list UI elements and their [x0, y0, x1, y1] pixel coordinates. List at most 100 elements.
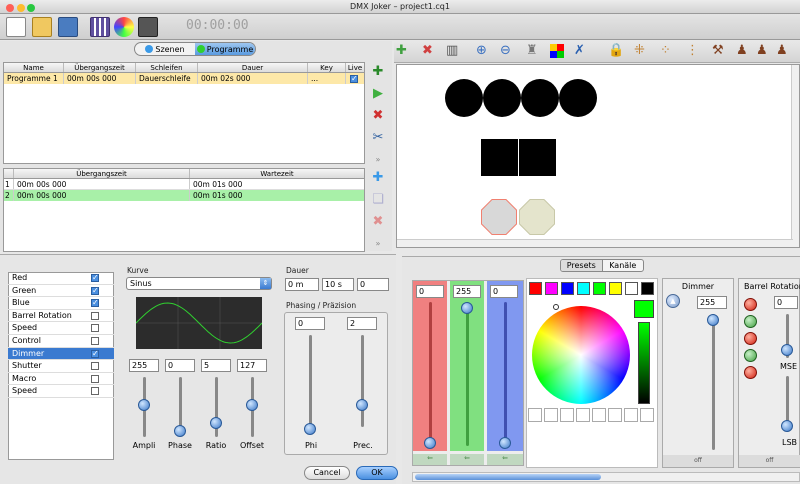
ratio-slider[interactable] — [210, 417, 222, 429]
col-live[interactable]: Live — [346, 63, 364, 72]
list-item[interactable]: Blue — [8, 297, 114, 310]
cancel-button[interactable]: Cancel — [304, 466, 350, 480]
col-duration[interactable]: Dauer — [198, 63, 308, 72]
channel-checkbox[interactable] — [91, 272, 99, 285]
list-item[interactable]: Control — [8, 335, 114, 348]
add-fixture-icon[interactable]: ✚ — [396, 43, 407, 58]
barrel-footer[interactable]: off — [739, 455, 800, 467]
barrel-preset-4[interactable] — [744, 349, 757, 362]
fixture-circle[interactable] — [521, 79, 559, 117]
barrel-lsb-slider[interactable] — [781, 420, 793, 432]
prec-slider[interactable] — [356, 399, 368, 411]
barrel-preset-1[interactable] — [744, 298, 757, 311]
stage-canvas[interactable] — [396, 64, 800, 248]
phi-value[interactable]: 0 — [295, 317, 325, 330]
list-item[interactable]: Macro — [8, 373, 114, 386]
table-row[interactable]: Programme 1 00m 00s 000 Dauerschleife 00… — [4, 73, 364, 84]
minimize-icon[interactable] — [16, 4, 25, 12]
curve-select[interactable]: Sinus ⇕ — [126, 277, 272, 290]
dimmer-value[interactable]: 255 — [697, 296, 727, 309]
brightness-bar[interactable] — [638, 322, 650, 404]
prec-value[interactable]: 2 — [347, 317, 377, 330]
duration-seconds[interactable]: 10 s — [322, 278, 354, 291]
grid-snap-icon[interactable]: ⁜ — [634, 43, 645, 58]
color-swatch[interactable] — [641, 282, 654, 295]
red-reset[interactable]: ⇐ — [413, 454, 447, 465]
channel-checkbox[interactable] — [91, 374, 99, 383]
tab-scenes[interactable]: Szenen — [135, 43, 195, 55]
list-item[interactable]: Shutter — [8, 360, 114, 373]
open-folder-icon[interactable] — [32, 17, 52, 37]
duration-minutes[interactable]: 0 m — [285, 278, 319, 291]
align-icon[interactable]: ⋮ — [686, 43, 699, 58]
zoom-icon[interactable] — [27, 4, 36, 12]
color-wheel-cursor[interactable] — [553, 304, 559, 310]
list-item[interactable]: Dimmer — [8, 347, 114, 360]
ampli-value[interactable]: 255 — [129, 359, 159, 372]
mode-toggle[interactable]: Szenen Programme — [134, 42, 256, 56]
color-swatch[interactable] — [545, 282, 558, 295]
col-step-wait[interactable]: Wartezeit — [190, 169, 364, 178]
equalizer-icon[interactable]: ▥ — [446, 43, 458, 58]
group2-icon[interactable]: ♟ — [756, 43, 768, 58]
zoom-out-icon[interactable]: ⊖ — [500, 43, 511, 58]
dimmer-footer[interactable]: off — [663, 455, 733, 467]
fixture-circle[interactable] — [559, 79, 597, 117]
remove-fixture-icon[interactable]: ✖ — [422, 43, 433, 58]
list-item[interactable]: Barrel Rotation — [8, 310, 114, 323]
dimmer-slider[interactable] — [707, 314, 719, 326]
scissors-icon[interactable]: ✂ — [368, 128, 388, 146]
col-loops[interactable]: Schleifen — [136, 63, 198, 72]
blue-slider[interactable] — [499, 437, 511, 449]
ampli-slider[interactable] — [138, 399, 150, 411]
add-step-icon[interactable]: ✚ — [368, 168, 388, 186]
presets-tabs[interactable]: Presets Kanäle — [560, 259, 644, 272]
tab-programs[interactable]: Programme — [195, 43, 255, 55]
canvas-hscrollbar[interactable] — [397, 239, 793, 247]
offset-slider[interactable] — [246, 399, 258, 411]
phase-value[interactable]: 0 — [165, 359, 195, 372]
save-icon[interactable] — [58, 17, 78, 37]
green-slider[interactable] — [461, 302, 473, 314]
close-icon[interactable] — [6, 4, 14, 12]
channel-checkbox[interactable] — [91, 336, 99, 345]
channel-checkbox[interactable] — [91, 311, 99, 320]
barrel-preset-3[interactable] — [744, 332, 757, 345]
arrange-icon[interactable]: ⁘ — [660, 43, 671, 58]
delete-program-icon[interactable]: ✖ — [368, 106, 388, 124]
live-checkbox[interactable] — [350, 73, 358, 84]
barrel-msb-slider[interactable] — [781, 344, 793, 356]
new-file-icon[interactable] — [6, 17, 26, 37]
color-grid-icon[interactable] — [550, 44, 564, 58]
tools-icon[interactable]: ✗ — [574, 43, 585, 58]
list-item[interactable]: Red — [8, 272, 114, 285]
presets-hscrollbar[interactable] — [412, 472, 800, 482]
fixture-octagon[interactable] — [481, 199, 517, 235]
green-reset[interactable]: ⇐ — [450, 454, 484, 465]
color-swatch[interactable] — [625, 282, 638, 295]
phi-slider[interactable] — [304, 423, 316, 435]
blue-value[interactable]: 0 — [490, 285, 518, 298]
color-swatch[interactable] — [577, 282, 590, 295]
duration-millis[interactable]: 0 — [357, 278, 389, 291]
color-swatch[interactable] — [593, 282, 606, 295]
group-icon[interactable]: ♟ — [736, 43, 748, 58]
red-value[interactable]: 0 — [416, 285, 444, 298]
color-wheel[interactable] — [532, 306, 630, 404]
list-item[interactable]: Green — [8, 285, 114, 297]
fixture-square[interactable] — [481, 139, 518, 176]
chevron-down-icon[interactable]: » — [368, 234, 388, 252]
zoom-in-icon[interactable]: ⊕ — [476, 43, 487, 58]
chevron-down-icon[interactable]: » — [368, 150, 388, 168]
barrel-preset-5[interactable] — [744, 366, 757, 379]
channel-checkbox[interactable] — [91, 348, 99, 360]
dimmer-toggle-icon[interactable]: ▲ — [666, 294, 680, 308]
fixture-icon[interactable]: ♜ — [526, 43, 538, 58]
channel-checkbox[interactable] — [91, 324, 99, 333]
fixture-square[interactable] — [519, 139, 556, 176]
red-slider[interactable] — [424, 437, 436, 449]
canvas-scrollbar[interactable] — [791, 65, 799, 247]
col-transition[interactable]: Übergangszeit — [64, 63, 136, 72]
wand-icon[interactable]: ⚒ — [712, 43, 724, 58]
col-name[interactable]: Name — [4, 63, 64, 72]
